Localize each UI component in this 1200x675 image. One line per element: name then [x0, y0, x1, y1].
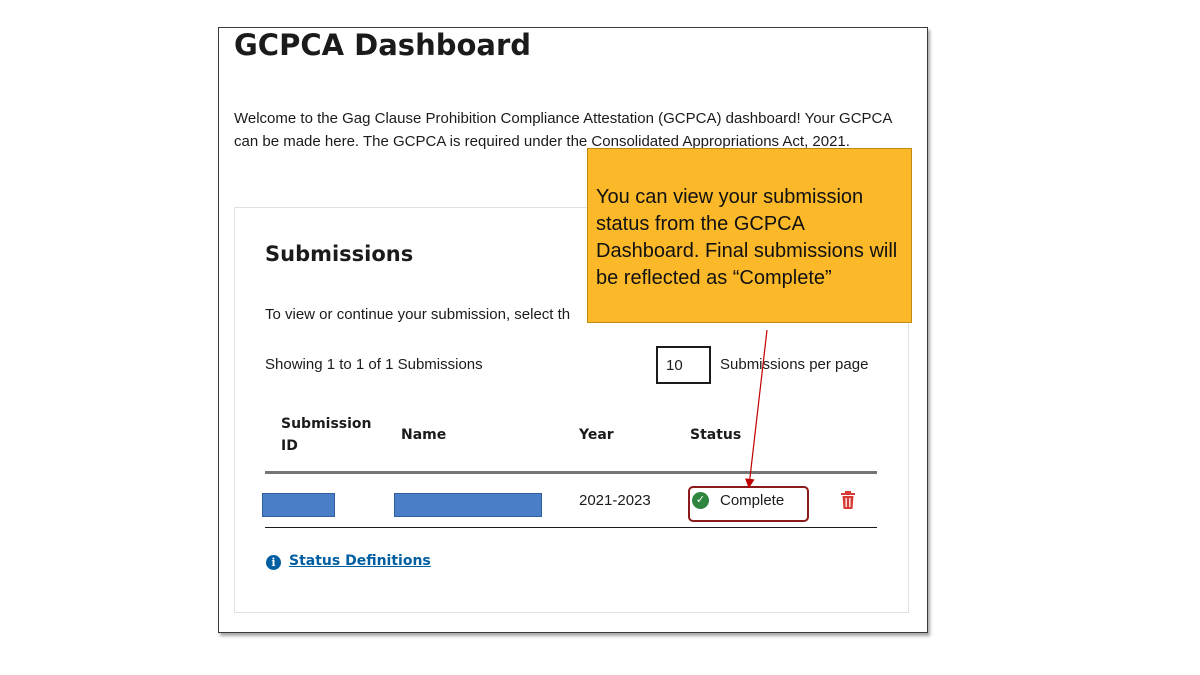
per-page-label: Submissions per page [720, 356, 869, 373]
trash-icon [841, 491, 855, 509]
delete-submission-button[interactable] [840, 491, 856, 509]
submissions-title: Submissions [265, 242, 414, 266]
annotation-callout: You can view your submission status from… [587, 148, 912, 323]
table-row-divider [265, 527, 877, 528]
column-header-submission-id[interactable]: Submission ID [281, 413, 381, 457]
redacted-name [394, 493, 542, 517]
column-header-year[interactable]: Year [579, 424, 614, 446]
status-definitions-link[interactable]: Status Definitions [289, 553, 431, 569]
column-header-status[interactable]: Status [690, 424, 741, 446]
callout-text: You can view your submission status from… [596, 186, 898, 289]
page-title: GCPCA Dashboard [234, 28, 532, 62]
check-circle-icon: ✓ [692, 492, 709, 509]
intro-text: Welcome to the Gag Clause Prohibition Co… [234, 110, 892, 150]
redacted-submission-id[interactable] [262, 493, 335, 517]
table-header-divider [265, 471, 877, 474]
row-year: 2021-2023 [579, 492, 651, 509]
pagination-summary: Showing 1 to 1 of 1 Submissions [265, 356, 483, 373]
submissions-instructions: To view or continue your submission, sel… [265, 306, 571, 323]
per-page-input[interactable] [656, 346, 711, 384]
row-status: Complete [720, 492, 785, 509]
column-header-name[interactable]: Name [401, 424, 446, 446]
info-icon: i [266, 555, 281, 570]
